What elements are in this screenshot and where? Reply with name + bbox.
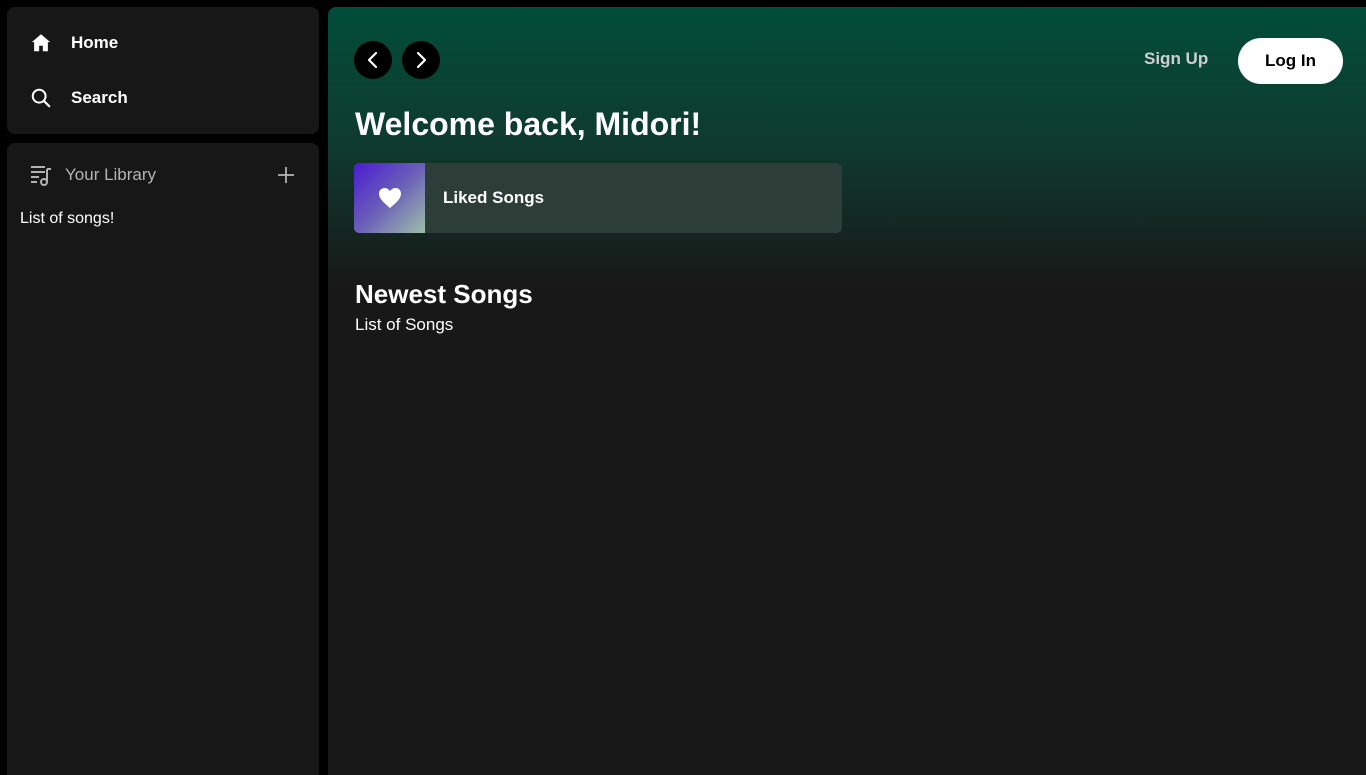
section-subtitle: List of Songs bbox=[355, 315, 454, 334]
app-root: Home Search Your Library List of songs! … bbox=[0, 0, 1366, 775]
library-header[interactable]: Your Library bbox=[29, 161, 156, 189]
add-playlist-button[interactable] bbox=[273, 163, 299, 187]
chevron-left-icon bbox=[364, 51, 382, 69]
search-icon bbox=[29, 86, 53, 110]
sign-up-button[interactable]: Sign Up bbox=[1144, 49, 1208, 69]
library-title: Your Library bbox=[65, 165, 157, 184]
main-content: Sign Up Log In Welcome back, Midori! Lik… bbox=[328, 7, 1366, 775]
section-title: Newest Songs bbox=[355, 279, 533, 309]
page-title: Welcome back, Midori! bbox=[355, 106, 702, 142]
library-panel: Your Library List of songs! bbox=[7, 143, 319, 775]
liked-songs-card[interactable]: Liked Songs bbox=[354, 163, 842, 233]
library-icon bbox=[29, 163, 53, 187]
forward-button[interactable] bbox=[402, 41, 440, 79]
home-icon bbox=[29, 31, 53, 55]
back-button[interactable] bbox=[354, 41, 392, 79]
log-in-button[interactable]: Log In bbox=[1238, 38, 1343, 84]
sidebar-nav: Home Search bbox=[7, 7, 319, 134]
plus-icon bbox=[276, 165, 296, 185]
liked-songs-artwork bbox=[354, 163, 425, 233]
search-label: Search bbox=[71, 88, 128, 107]
sidebar-item-home[interactable]: Home bbox=[29, 27, 118, 59]
home-label: Home bbox=[71, 33, 119, 52]
heart-icon bbox=[378, 187, 402, 209]
chevron-right-icon bbox=[412, 51, 430, 69]
library-content-text: List of songs! bbox=[20, 210, 115, 227]
sidebar-item-search[interactable]: Search bbox=[29, 82, 128, 114]
liked-songs-label: Liked Songs bbox=[443, 188, 545, 207]
